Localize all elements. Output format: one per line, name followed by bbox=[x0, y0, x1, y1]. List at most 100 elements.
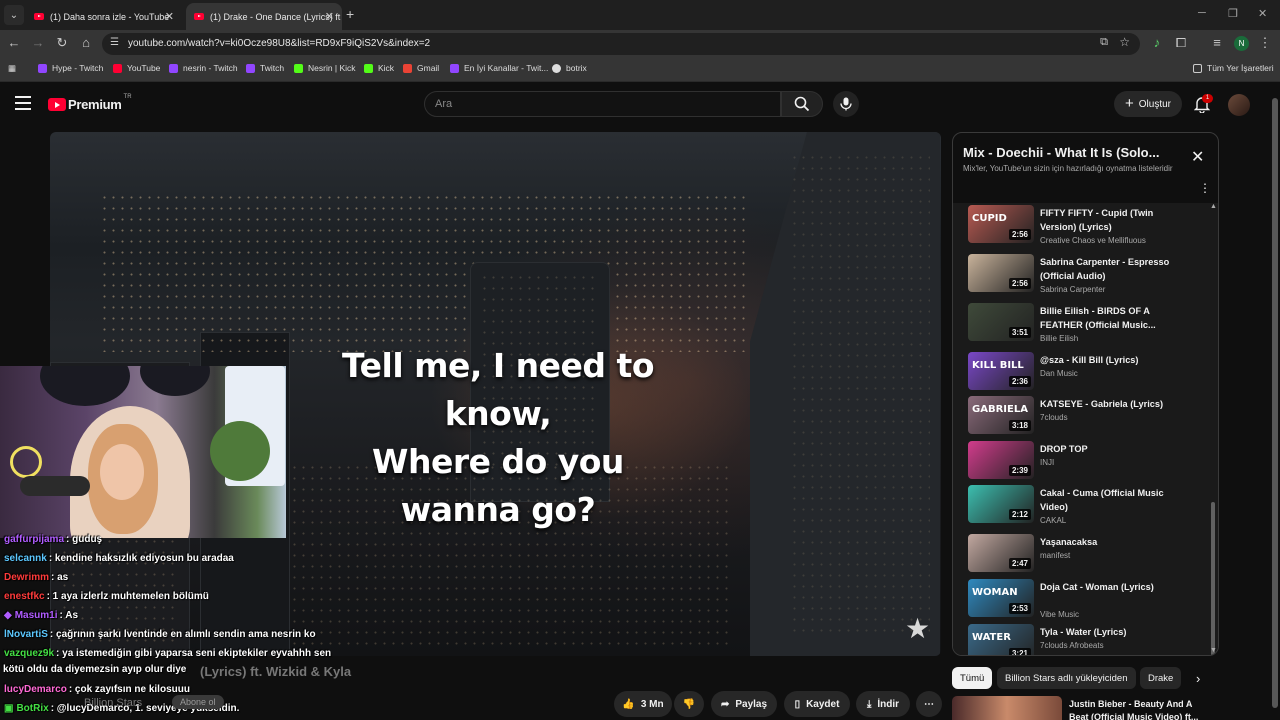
playlist-title[interactable]: Mix - Doechii - What It Is (Solo... bbox=[963, 145, 1159, 160]
playlist-item-thumbnail: KILL BILL 2:36 bbox=[968, 352, 1034, 390]
create-button[interactable]: + Oluştur bbox=[1114, 91, 1182, 117]
subscribe-button[interactable]: Abone ol bbox=[172, 695, 224, 709]
chat-message: enestfkc: 1 aya izlerlz muhtemelen bölüm… bbox=[4, 591, 209, 602]
playlist-item-channel: Billie Eilish bbox=[1040, 334, 1079, 343]
chip-drake[interactable]: Drake bbox=[1140, 667, 1182, 689]
playlist-items: ▲ ▼ CUPID 2:56 FIFTY FIFTY - Cupid (Twin V… bbox=[953, 203, 1218, 655]
search-button[interactable] bbox=[781, 91, 823, 117]
bookmark-twitch[interactable]: Twitch bbox=[246, 63, 284, 73]
account-avatar[interactable] bbox=[1228, 94, 1250, 116]
tab-close-icon[interactable]: ✕ bbox=[325, 10, 334, 23]
recommended-title: Justin Bieber - Beauty And A Beat (Offic… bbox=[1069, 699, 1199, 720]
audio-playing-icon[interactable]: ♪ bbox=[1148, 35, 1166, 50]
back-arrow-icon[interactable]: ← bbox=[5, 35, 23, 50]
scroll-down-icon[interactable]: ▼ bbox=[1210, 647, 1217, 654]
playlist-subtitle: Mix'ler, YouTube'un sizin için hazırladı… bbox=[963, 164, 1173, 173]
playlist-item[interactable]: 2:56 Sabrina Carpenter - Espresso (Offici… bbox=[953, 252, 1208, 298]
close-playlist-icon[interactable]: ✕ bbox=[1191, 147, 1204, 167]
twitch-icon bbox=[38, 63, 47, 73]
playlist-item-title: Billie Eilish - BIRDS OF A FEATHER (Offi… bbox=[1040, 306, 1156, 330]
bookmark-gmail[interactable]: Gmail bbox=[403, 63, 439, 73]
window-close-icon[interactable]: ✕ bbox=[1258, 7, 1267, 20]
forward-arrow-icon[interactable]: → bbox=[29, 35, 47, 50]
install-app-icon[interactable]: ⧉ bbox=[1100, 36, 1108, 49]
site-info-icon[interactable]: ☰ bbox=[110, 37, 119, 48]
chip-uploader[interactable]: Billion Stars adlı yükleyiciden bbox=[997, 667, 1136, 689]
playlist-item[interactable]: 2:12 Cakal - Cuma (Official Music Video) C… bbox=[953, 483, 1208, 529]
browser-tab-watch-later[interactable]: (1) Daha sonra izle - YouTube ✕ bbox=[26, 3, 182, 30]
voice-search-button[interactable] bbox=[833, 91, 859, 117]
reload-icon[interactable]: ↻ bbox=[53, 35, 71, 51]
twitch-icon bbox=[246, 63, 255, 73]
bookmarks-bar: ▦ Hype - Twitch YouTube nesrin - Twitch … bbox=[0, 58, 1280, 82]
scroll-up-icon[interactable]: ▲ bbox=[1210, 203, 1217, 210]
recommended-video[interactable]: Justin Bieber - Beauty And A Beat (Offic… bbox=[952, 696, 1268, 720]
playlist-more-icon[interactable]: ⋮ bbox=[1199, 181, 1211, 195]
chat-message: selcannk: kendine haksızlık ediyosun bu … bbox=[4, 553, 234, 564]
lyric-line: Where do you wanna go? bbox=[372, 442, 624, 529]
youtube-premium-logo[interactable]: Premium TR bbox=[48, 94, 132, 112]
bookmark-nesrin-twitch[interactable]: nesrin - Twitch bbox=[169, 63, 238, 73]
address-bar[interactable]: ☰ youtube.com/watch?v=ki0Ocze98U8&list=R… bbox=[102, 33, 1140, 55]
scrollbar-thumb[interactable] bbox=[1272, 98, 1278, 708]
share-button[interactable]: ➦ Paylaş bbox=[711, 691, 777, 717]
profile-avatar[interactable]: N bbox=[1234, 36, 1249, 51]
maximize-icon[interactable]: ❐ bbox=[1228, 7, 1238, 20]
tab-close-icon[interactable]: ✕ bbox=[165, 10, 174, 23]
bookmark-en-iyi-kanallar[interactable]: En İyi Kanallar - Twit... bbox=[450, 63, 548, 73]
bookmark-nesrin-kick[interactable]: Nesrin | Kick bbox=[294, 63, 356, 73]
playlist-item[interactable]: WATER 3:21 Tyla - Water (Lyrics) 7clouds Af… bbox=[953, 622, 1208, 655]
playlist-item[interactable]: GABRIELA 3:18 KATSEYE - Gabriela (Lyrics) 7… bbox=[953, 394, 1208, 440]
dislike-button[interactable]: 👎 bbox=[674, 691, 704, 717]
tab-title: (1) Daha sonra izle - YouTube bbox=[50, 11, 170, 22]
apps-grid-icon[interactable]: ▦ bbox=[8, 63, 16, 74]
url-text: youtube.com/watch?v=ki0Ocze98U8&list=RD9… bbox=[128, 38, 431, 49]
chips-next-icon[interactable]: › bbox=[1196, 671, 1200, 686]
chat-username: Masum1i bbox=[14, 610, 58, 621]
extensions-icon[interactable]: ⧠ bbox=[1172, 35, 1190, 51]
minimize-icon[interactable]: ─ bbox=[1198, 7, 1206, 19]
chat-message: vazquez9k: ya istemediğin gibi yaparsa s… bbox=[4, 648, 332, 659]
browser-menu-icon[interactable]: ⋮ bbox=[1256, 35, 1274, 51]
playlist-item-channel: 7clouds Afrobeats bbox=[1040, 641, 1104, 650]
search-input[interactable]: Ara bbox=[424, 91, 781, 117]
new-tab-plus-icon[interactable]: + bbox=[346, 6, 354, 22]
chat-username: Dewrimm bbox=[4, 572, 50, 583]
notification-count-badge: 1 bbox=[1202, 94, 1213, 103]
twitch-icon bbox=[450, 63, 459, 73]
playlist-scrollbar[interactable] bbox=[1211, 502, 1215, 655]
playlist-item[interactable]: 3:51 Billie Eilish - BIRDS OF A FEATHER (… bbox=[953, 301, 1208, 347]
botrix-icon bbox=[552, 63, 561, 73]
download-button[interactable]: ⤓ İndir bbox=[856, 691, 910, 717]
browser-tab-active[interactable]: (1) Drake - One Dance (Lyrics) ft ✕ bbox=[186, 3, 342, 30]
channel-name[interactable]: Billion Stars bbox=[84, 697, 142, 709]
playlist-item[interactable]: 2:39 DROP TOP INJI bbox=[953, 439, 1208, 485]
playlist-item-thumbnail: CUPID 2:56 bbox=[968, 205, 1034, 243]
playlist-item-title: Tyla - Water (Lyrics) bbox=[1040, 627, 1127, 637]
bookmark-star-icon[interactable]: ☆ bbox=[1119, 35, 1130, 49]
home-icon[interactable]: ⌂ bbox=[77, 35, 95, 50]
page-scrollbar[interactable] bbox=[1270, 84, 1280, 720]
tab-search-icon[interactable]: ⌄ bbox=[4, 5, 24, 25]
reading-list-icon[interactable]: ≡ bbox=[1208, 35, 1226, 50]
thumbnail-text: KILL BILL bbox=[972, 360, 1024, 371]
playlist-item[interactable]: KILL BILL 2:36 @sza - Kill Bill (Lyrics) Da… bbox=[953, 350, 1208, 396]
bookmark-kick[interactable]: Kick bbox=[364, 63, 394, 73]
search-icon bbox=[794, 96, 810, 112]
bookmark-youtube[interactable]: YouTube bbox=[113, 63, 160, 73]
playlist-item-thumbnail: GABRIELA 3:18 bbox=[968, 396, 1034, 434]
playlist-item[interactable]: 2:47 Yaşanacaksa manifest bbox=[953, 532, 1208, 578]
chat-username: selcannk bbox=[4, 553, 47, 564]
playlist-item[interactable]: CUPID 2:56 FIFTY FIFTY - Cupid (Twin Versi… bbox=[953, 203, 1208, 249]
playlist-item[interactable]: WOMAN 2:53 Doja Cat - Woman (Lyrics) Vibe M… bbox=[953, 577, 1208, 623]
all-bookmarks-folder[interactable]: Tüm Yer İşaretleri bbox=[1193, 63, 1274, 73]
bookmark-botrix[interactable]: botrix bbox=[552, 63, 587, 73]
chat-username: vazquez9k bbox=[4, 648, 55, 659]
like-button[interactable]: 👍 3 Mn bbox=[614, 691, 672, 717]
bookmark-hype-twitch[interactable]: Hype - Twitch bbox=[38, 63, 103, 73]
hamburger-menu-icon[interactable] bbox=[15, 96, 31, 110]
duration-badge: 3:51 bbox=[1008, 327, 1031, 338]
more-actions-button[interactable]: ⋯ bbox=[916, 691, 942, 717]
chip-all[interactable]: Tümü bbox=[952, 667, 993, 689]
save-button[interactable]: ▯ Kaydet bbox=[784, 691, 850, 717]
